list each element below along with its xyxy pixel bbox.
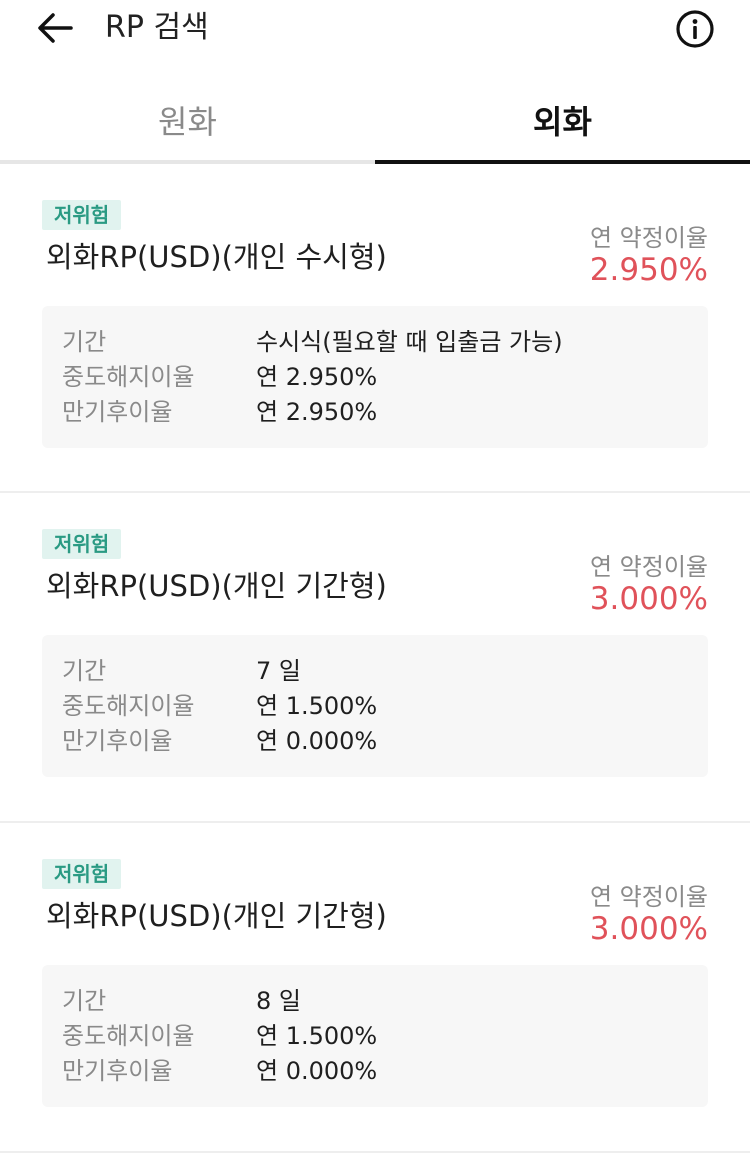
- detail-box: 기간 8 일 중도해지이율 연 1.500% 만기후이율 연 0.000%: [42, 965, 708, 1107]
- arrow-left-icon: [38, 13, 73, 43]
- rate-label: 연 약정이율: [589, 224, 708, 252]
- detail-row-period: 기간 수시식(필요할 때 입출금 가능): [62, 322, 688, 357]
- rate-value: 2.950%: [589, 252, 708, 288]
- detail-label: 기간: [62, 328, 107, 356]
- detail-label: 만기후이율: [62, 1057, 173, 1085]
- risk-badge: 저위험: [42, 859, 122, 889]
- rate-label: 연 약정이율: [589, 553, 708, 581]
- product-name: 외화RP(USD)(개인 수시형): [46, 240, 387, 274]
- product-name: 외화RP(USD)(개인 기간형): [46, 899, 387, 933]
- info-button[interactable]: [674, 8, 716, 50]
- detail-value: 8 일: [256, 987, 301, 1015]
- risk-badge: 저위험: [42, 200, 122, 230]
- detail-value: 연 0.000%: [256, 727, 378, 755]
- product-name: 외화RP(USD)(개인 기간형): [46, 569, 387, 603]
- detail-value: 연 2.950%: [256, 398, 378, 426]
- risk-badge: 저위험: [42, 529, 122, 559]
- detail-label: 만기후이율: [62, 398, 173, 426]
- tab-foreign-currency[interactable]: 외화: [375, 80, 750, 164]
- detail-row-period: 기간 7 일: [62, 651, 688, 686]
- detail-value: 7 일: [256, 657, 301, 685]
- detail-row-post-maturity-rate: 만기후이율 연 0.000%: [62, 721, 688, 756]
- detail-label: 기간: [62, 987, 107, 1015]
- detail-label: 중도해지이율: [62, 1022, 195, 1050]
- detail-row-early-rate: 중도해지이율 연 2.950%: [62, 357, 688, 392]
- product-card[interactable]: 저위험 외화RP(USD)(개인 수시형) 연 약정이율 2.950% 기간 수…: [0, 164, 750, 493]
- detail-row-post-maturity-rate: 만기후이율 연 0.000%: [62, 1051, 688, 1086]
- rate-value: 3.000%: [589, 581, 708, 617]
- detail-value: 연 0.000%: [256, 1057, 378, 1085]
- rate-label: 연 약정이율: [589, 883, 708, 911]
- detail-row-post-maturity-rate: 만기후이율 연 2.950%: [62, 392, 688, 427]
- app-header: RP 검색: [0, 0, 750, 80]
- currency-tabs: 원화 외화: [0, 80, 750, 164]
- detail-label: 기간: [62, 657, 107, 685]
- product-list: 저위험 외화RP(USD)(개인 수시형) 연 약정이율 2.950% 기간 수…: [0, 164, 750, 1153]
- back-button[interactable]: [30, 8, 80, 48]
- detail-box: 기간 수시식(필요할 때 입출금 가능) 중도해지이율 연 2.950% 만기후…: [42, 306, 708, 448]
- detail-box: 기간 7 일 중도해지이율 연 1.500% 만기후이율 연 0.000%: [42, 635, 708, 777]
- product-card[interactable]: 저위험 외화RP(USD)(개인 기간형) 연 약정이율 3.000% 기간 7…: [0, 493, 750, 823]
- detail-label: 중도해지이율: [62, 363, 195, 391]
- rate-value: 3.000%: [589, 911, 708, 947]
- detail-row-early-rate: 중도해지이율 연 1.500%: [62, 686, 688, 721]
- detail-value: 수시식(필요할 때 입출금 가능): [256, 328, 563, 356]
- detail-row-early-rate: 중도해지이율 연 1.500%: [62, 1016, 688, 1051]
- detail-label: 만기후이율: [62, 727, 173, 755]
- page-title: RP 검색: [105, 10, 209, 45]
- detail-value: 연 1.500%: [256, 692, 378, 720]
- detail-value: 연 2.950%: [256, 363, 378, 391]
- info-circle-icon: [676, 10, 714, 48]
- tab-krw[interactable]: 원화: [0, 80, 375, 164]
- detail-value: 연 1.500%: [256, 1022, 378, 1050]
- detail-row-period: 기간 8 일: [62, 981, 688, 1016]
- product-card[interactable]: 저위험 외화RP(USD)(개인 기간형) 연 약정이율 3.000% 기간 8…: [0, 823, 750, 1153]
- detail-label: 중도해지이율: [62, 692, 195, 720]
